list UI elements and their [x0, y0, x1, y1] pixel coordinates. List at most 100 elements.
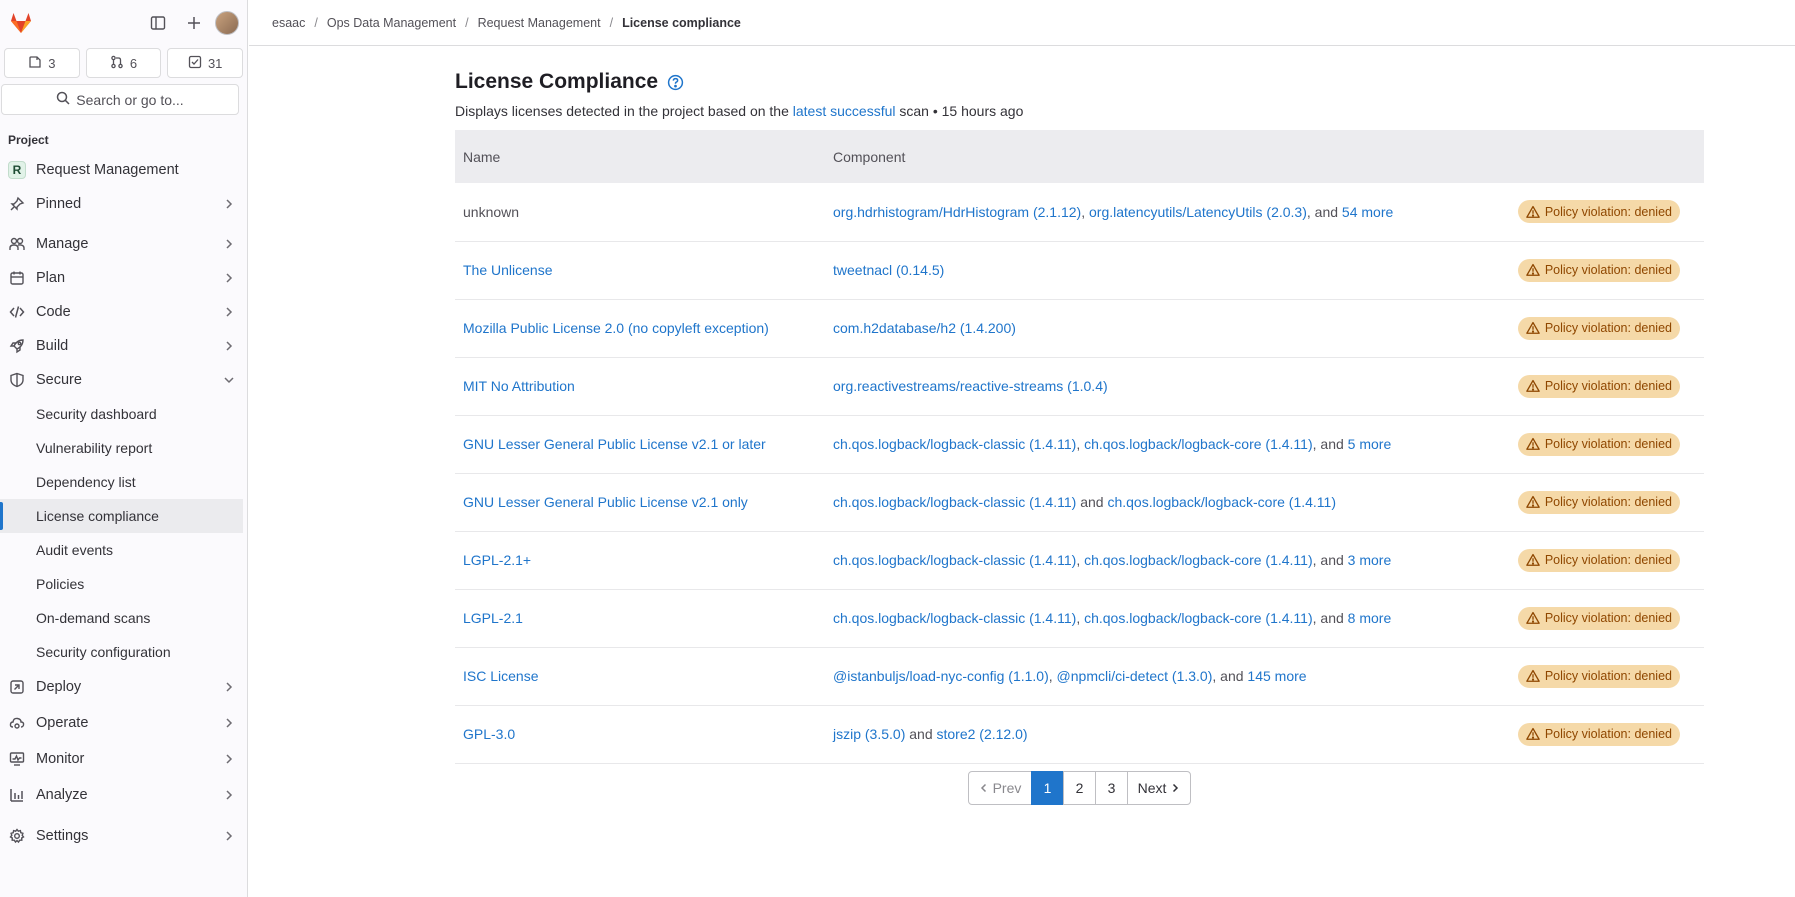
breadcrumb-separator: /	[314, 15, 318, 30]
component-link[interactable]: org.latencyutils/LatencyUtils (2.0.3)	[1089, 204, 1307, 220]
sidebar-top	[0, 0, 247, 46]
component-link[interactable]: com.h2database/h2 (1.4.200)	[833, 320, 1016, 336]
breadcrumb-current[interactable]: License compliance	[622, 16, 741, 30]
license-name-link[interactable]: Mozilla Public License 2.0 (no copyleft …	[463, 320, 769, 336]
license-name-cell: GPL-3.0	[455, 705, 825, 763]
status-cell: Policy violation: denied	[1504, 241, 1704, 299]
status-cell: Policy violation: denied	[1504, 589, 1704, 647]
nav-item-operate[interactable]: Operate	[0, 705, 247, 741]
warning-icon	[1526, 321, 1540, 335]
sidebar-item-vulnerability-report[interactable]: Vulnerability report	[0, 431, 247, 465]
component-link[interactable]: ch.qos.logback/logback-core (1.4.11)	[1084, 436, 1313, 452]
next-page-button[interactable]: Next	[1127, 770, 1191, 805]
search-button[interactable]: Search or go to...	[1, 84, 239, 115]
license-name-link[interactable]: GNU Lesser General Public License v2.1 o…	[463, 494, 748, 510]
component-link[interactable]: ch.qos.logback/logback-core (1.4.11)	[1084, 610, 1313, 626]
component-link[interactable]: @istanbuljs/load-nyc-config (1.1.0)	[833, 668, 1049, 684]
more-components-link[interactable]: 54 more	[1342, 204, 1393, 220]
component-link[interactable]: ch.qos.logback/logback-classic (1.4.11)	[833, 494, 1076, 510]
breadcrumb-item[interactable]: Ops Data Management	[327, 16, 456, 30]
license-table: Name Component unknown org.hdrhistogram/H…	[455, 130, 1704, 764]
component-link[interactable]: store2 (2.12.0)	[937, 726, 1028, 742]
page-button-1[interactable]: 1	[1031, 770, 1064, 805]
component-link[interactable]: ch.qos.logback/logback-classic (1.4.11)	[833, 436, 1076, 452]
components-cell: org.hdrhistogram/HdrHistogram (2.1.12) , …	[825, 183, 1504, 241]
cloud-gear-icon	[8, 714, 26, 732]
plus-icon[interactable]	[179, 8, 209, 38]
status-label: Policy violation: denied	[1544, 379, 1672, 393]
page-button-2[interactable]: 2	[1063, 770, 1096, 805]
nav-item-pinned[interactable]: Pinned	[0, 187, 247, 221]
component-link[interactable]: org.hdrhistogram/HdrHistogram (2.1.12)	[833, 204, 1081, 220]
table-header-row: Name Component	[455, 130, 1704, 183]
component-link[interactable]: @npmcli/ci-detect (1.3.0)	[1057, 668, 1213, 684]
license-name-cell: LGPL-2.1+	[455, 531, 825, 589]
page-button-3[interactable]: 3	[1095, 770, 1128, 805]
todos-count-button[interactable]: 31	[167, 48, 244, 78]
component-link[interactable]: ch.qos.logback/logback-core (1.4.11)	[1084, 552, 1313, 568]
merge-request-icon	[110, 55, 124, 72]
status-label: Policy violation: denied	[1544, 553, 1672, 567]
gitlab-logo-icon[interactable]	[6, 8, 36, 38]
license-name-link[interactable]: GPL-3.0	[463, 726, 515, 742]
breadcrumb-item[interactable]: esaac	[272, 16, 305, 30]
project-item[interactable]: R Request Management	[0, 153, 247, 187]
component-separator: , and	[1212, 668, 1248, 684]
table-row: GPL-3.0 jszip (3.5.0) and store2 (2.12.0)…	[455, 705, 1704, 763]
license-name: unknown	[463, 203, 520, 220]
sidebar-item-security-dashboard[interactable]: Security dashboard	[0, 397, 247, 431]
component-link[interactable]: ch.qos.logback/logback-classic (1.4.11)	[833, 610, 1076, 626]
latest-scan-link[interactable]: latest successful	[793, 103, 896, 119]
toggle-sidebar-icon[interactable]	[143, 8, 173, 38]
license-name-link[interactable]: LGPL-2.1	[463, 610, 523, 626]
more-components-link[interactable]: 8 more	[1348, 610, 1392, 626]
status-label: Policy violation: denied	[1544, 437, 1672, 451]
table-row: LGPL-2.1 ch.qos.logback/logback-classic (…	[455, 589, 1704, 647]
nav-item-secure[interactable]: Secure	[0, 363, 247, 397]
sidebar-item-security-configuration[interactable]: Security configuration	[0, 635, 247, 669]
chevron-left-icon	[979, 783, 989, 793]
component-link[interactable]: ch.qos.logback/logback-classic (1.4.11)	[833, 552, 1076, 568]
component-link[interactable]: tweetnacl (0.14.5)	[833, 262, 944, 278]
license-name-link[interactable]: MIT No Attribution	[463, 378, 575, 394]
more-components-link[interactable]: 145 more	[1247, 668, 1306, 684]
warning-icon	[1526, 611, 1540, 625]
sidebar-item-audit-events[interactable]: Audit events	[0, 533, 247, 567]
nav-item-manage[interactable]: Manage	[0, 227, 247, 261]
nav-item-build[interactable]: Build	[0, 329, 247, 363]
issues-count-button[interactable]: 3	[4, 48, 80, 78]
avatar[interactable]	[215, 11, 239, 35]
license-name-link[interactable]: LGPL-2.1+	[463, 552, 531, 568]
sidebar-item-on-demand-scans[interactable]: On-demand scans	[0, 601, 247, 635]
shield-icon	[8, 371, 26, 389]
chevron-right-icon	[223, 198, 235, 210]
prev-label: Prev	[992, 779, 1022, 796]
component-link[interactable]: jszip (3.5.0)	[833, 726, 905, 742]
nav-item-deploy[interactable]: Deploy	[0, 669, 247, 705]
more-components-link[interactable]: 3 more	[1348, 552, 1392, 568]
sidebar-item-policies[interactable]: Policies	[0, 567, 247, 601]
nav-item-plan[interactable]: Plan	[0, 261, 247, 295]
nav-item-analyze[interactable]: Analyze	[0, 777, 247, 813]
warning-icon	[1526, 727, 1540, 741]
component-link[interactable]: ch.qos.logback/logback-core (1.4.11)	[1107, 494, 1336, 510]
license-name-link[interactable]: The Unlicense	[463, 262, 553, 278]
nav-item-settings[interactable]: Settings	[0, 818, 247, 854]
planning-icon	[8, 269, 26, 287]
prev-page-button[interactable]: Prev	[968, 770, 1032, 805]
merge-requests-count-button[interactable]: 6	[85, 48, 162, 78]
sidebar-item-dependency-list[interactable]: Dependency list	[0, 465, 247, 499]
license-name-link[interactable]: GNU Lesser General Public License v2.1 o…	[463, 436, 766, 452]
more-components-link[interactable]: 5 more	[1348, 436, 1392, 452]
license-name-link[interactable]: ISC License	[463, 668, 538, 684]
issues-icon	[28, 55, 42, 72]
sidebar-item-license-compliance[interactable]: License compliance	[0, 499, 243, 533]
component-link[interactable]: org.reactivestreams/reactive-streams (1.…	[833, 378, 1108, 394]
warning-icon	[1526, 495, 1540, 509]
components-cell: ch.qos.logback/logback-classic (1.4.11),…	[825, 531, 1504, 589]
question-circle-icon[interactable]	[667, 74, 684, 91]
breadcrumb-item[interactable]: Request Management	[478, 16, 601, 30]
monitor-icon	[8, 750, 26, 768]
nav-item-code[interactable]: Code	[0, 295, 247, 329]
nav-item-monitor[interactable]: Monitor	[0, 741, 247, 777]
